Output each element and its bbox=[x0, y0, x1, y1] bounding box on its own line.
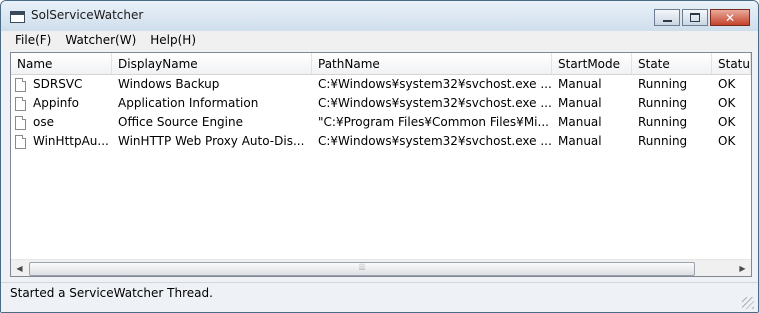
cell-state: Running bbox=[638, 134, 688, 148]
column-header-name[interactable]: Name bbox=[11, 53, 112, 74]
cell-displayname: Office Source Engine bbox=[118, 115, 243, 129]
cell-pathname: C:¥Windows¥system32¥svchost.exe ... bbox=[318, 96, 552, 110]
resize-grip-icon[interactable] bbox=[742, 297, 754, 309]
service-document-icon bbox=[15, 134, 26, 149]
service-document-icon bbox=[15, 77, 26, 92]
cell-status: OK bbox=[718, 134, 736, 148]
cell-pathname: C:¥Windows¥system32¥svchost.exe ... bbox=[318, 134, 552, 148]
close-button[interactable]: ✕ bbox=[710, 9, 750, 26]
list-header: Name DisplayName PathName StartMode Stat… bbox=[11, 53, 751, 75]
cell-name: WinHttpAu... bbox=[11, 132, 112, 151]
scroll-thumb[interactable]: ⦙⦙⦙ bbox=[29, 262, 695, 276]
cell-startmode: Manual bbox=[558, 134, 602, 148]
status-bar: Started a ServiceWatcher Thread. bbox=[1, 282, 758, 312]
cell-name: Appinfo bbox=[11, 94, 112, 113]
horizontal-scrollbar[interactable]: ◀ ⦙⦙⦙ ▶ bbox=[11, 259, 751, 276]
window-controls: ✕ bbox=[654, 9, 750, 26]
column-header-displayname[interactable]: DisplayName bbox=[112, 53, 312, 74]
status-text: Started a ServiceWatcher Thread. bbox=[10, 286, 213, 300]
scroll-grip-icon: ⦙⦙⦙ bbox=[358, 263, 366, 273]
menu-watcher[interactable]: Watcher(W) bbox=[58, 31, 143, 50]
service-document-icon bbox=[15, 115, 26, 130]
list-rows: SDRSVC Windows Backup C:¥Windows¥system3… bbox=[11, 75, 751, 151]
list-row[interactable]: SDRSVC Windows Backup C:¥Windows¥system3… bbox=[11, 75, 751, 94]
cell-status: OK bbox=[718, 115, 736, 129]
minimize-icon bbox=[662, 19, 672, 22]
list-row[interactable]: WinHttpAu... WinHTTP Web Proxy Auto-Dis.… bbox=[11, 132, 751, 151]
menu-bar: File(F) Watcher(W) Help(H) bbox=[1, 31, 758, 50]
column-header-startmode[interactable]: StartMode bbox=[552, 53, 632, 74]
service-list[interactable]: Name DisplayName PathName StartMode Stat… bbox=[10, 52, 752, 277]
cell-startmode: Manual bbox=[558, 115, 602, 129]
cell-name: SDRSVC bbox=[11, 75, 112, 94]
maximize-button[interactable] bbox=[682, 9, 708, 26]
list-row[interactable]: Appinfo Application Information C:¥Windo… bbox=[11, 94, 751, 113]
cell-startmode: Manual bbox=[558, 96, 602, 110]
cell-state: Running bbox=[638, 115, 688, 129]
cell-displayname: WinHTTP Web Proxy Auto-Dis... bbox=[118, 134, 305, 148]
cell-state: Running bbox=[638, 77, 688, 91]
cell-state: Running bbox=[638, 96, 688, 110]
cell-pathname: C:¥Windows¥system32¥svchost.exe ... bbox=[318, 77, 552, 91]
menu-help[interactable]: Help(H) bbox=[143, 31, 203, 50]
cell-startmode: Manual bbox=[558, 77, 602, 91]
scroll-left-arrow-icon[interactable]: ◀ bbox=[11, 260, 28, 276]
list-row[interactable]: ose Office Source Engine "C:¥Program Fil… bbox=[11, 113, 751, 132]
maximize-icon bbox=[690, 13, 700, 22]
window-title: SolServiceWatcher bbox=[31, 8, 144, 22]
cell-name: ose bbox=[11, 113, 112, 132]
cell-status: OK bbox=[718, 77, 736, 91]
cell-displayname: Windows Backup bbox=[118, 77, 220, 91]
column-header-status[interactable]: Status bbox=[712, 53, 751, 74]
app-window: SolServiceWatcher ✕ File(F) Watcher(W) H… bbox=[0, 0, 759, 313]
column-header-state[interactable]: State bbox=[632, 53, 712, 74]
cell-displayname: Application Information bbox=[118, 96, 259, 110]
minimize-button[interactable] bbox=[654, 9, 680, 26]
scroll-right-arrow-icon[interactable]: ▶ bbox=[734, 260, 751, 276]
cell-pathname: "C:¥Program Files¥Common Files¥Mi... bbox=[318, 115, 549, 129]
cell-status: OK bbox=[718, 96, 736, 110]
title-bar[interactable]: SolServiceWatcher ✕ bbox=[1, 1, 758, 31]
service-document-icon bbox=[15, 96, 26, 111]
column-header-pathname[interactable]: PathName bbox=[312, 53, 552, 74]
app-window-icon[interactable] bbox=[10, 11, 25, 23]
close-icon: ✕ bbox=[724, 10, 736, 25]
menu-file[interactable]: File(F) bbox=[1, 31, 58, 50]
